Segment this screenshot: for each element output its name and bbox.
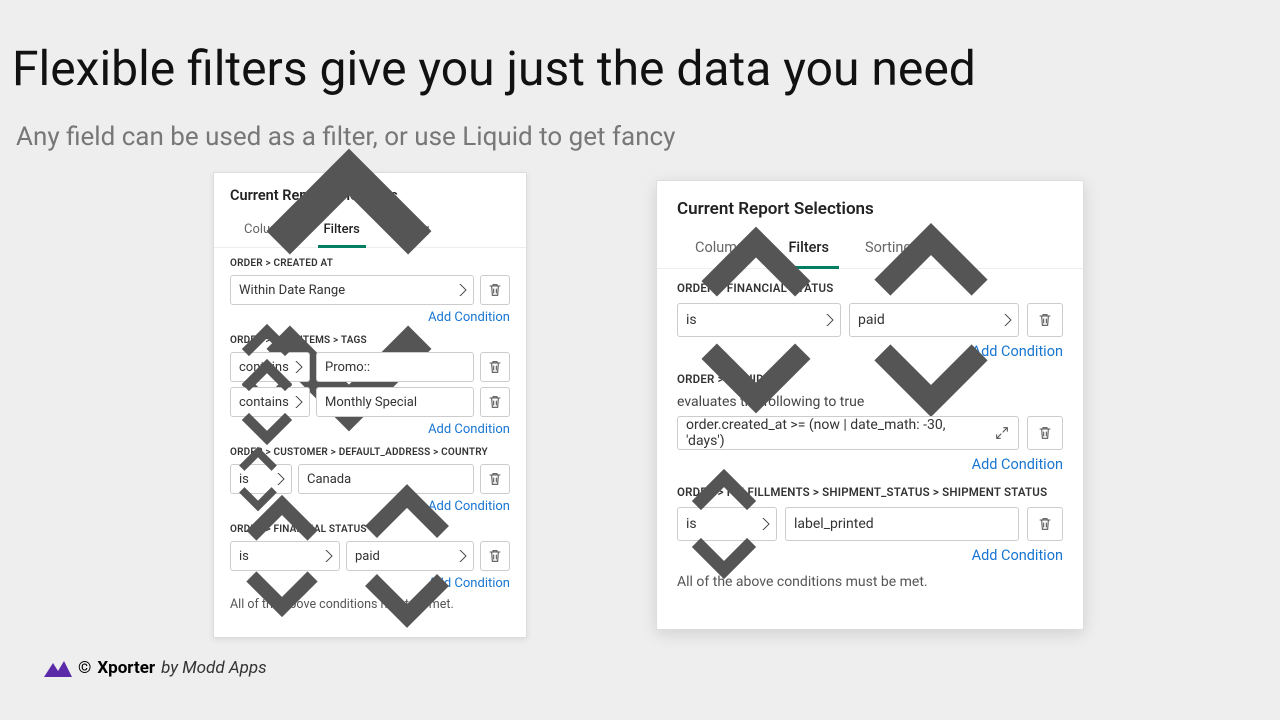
input-value: label_printed	[794, 516, 874, 532]
operator-select[interactable]: contains	[230, 352, 310, 382]
trash-icon	[487, 394, 503, 410]
operator-select[interactable]: contains	[230, 387, 310, 417]
filter-row: order.created_at >= (now | date_math: -3…	[677, 416, 1063, 450]
operator-select[interactable]: is	[230, 464, 292, 494]
value-select[interactable]: paid	[849, 303, 1019, 337]
input-value: Monthly Special	[325, 395, 417, 410]
trash-icon	[487, 548, 503, 564]
group-label-financial: ORDER > FINANCIAL STATUS	[677, 281, 1063, 295]
trash-icon	[1037, 516, 1053, 532]
value-input[interactable]: Canada	[298, 464, 474, 494]
add-condition-link[interactable]: Add Condition	[230, 499, 510, 514]
xporter-logo-icon	[44, 659, 72, 677]
delete-button[interactable]	[1027, 416, 1063, 450]
select-value: is	[686, 312, 697, 328]
tab-filters[interactable]: Filters	[310, 216, 374, 247]
group-label-liquid: ORDER > LIQUID	[677, 372, 1063, 386]
byline: by Modd Apps	[161, 658, 267, 678]
select-value: is	[686, 516, 697, 532]
select-value: is	[239, 549, 249, 564]
filter-row: is paid	[677, 303, 1063, 337]
select-value: paid	[355, 549, 380, 564]
select-value: is	[239, 472, 249, 487]
value-input[interactable]: Promo::	[316, 352, 474, 382]
tabs: Columns Filters Sorting	[657, 233, 1083, 269]
group-label-country: ORDER > CUSTOMER > DEFAULT_ADDRESS > COU…	[230, 447, 510, 458]
select-value: paid	[858, 312, 885, 328]
conditions-note: All of the above conditions must be met.	[230, 597, 510, 612]
trash-icon	[487, 471, 503, 487]
liquid-expression-input[interactable]: order.created_at >= (now | date_math: -3…	[677, 416, 1019, 450]
add-condition-link[interactable]: Add Condition	[677, 343, 1063, 360]
filter-row: contains Promo::	[230, 352, 510, 382]
card-title: Current Report Selections	[230, 187, 510, 204]
add-condition-link[interactable]: Add Condition	[230, 576, 510, 591]
group-label-created-at: ORDER > CREATED AT	[230, 258, 510, 269]
tab-sorting[interactable]: Sorting	[374, 216, 444, 247]
delete-button[interactable]	[480, 464, 510, 494]
conditions-note: All of the above conditions must be met.	[677, 574, 1063, 590]
page-footer: © Xporter by Modd Apps	[44, 658, 267, 678]
select-value: contains	[239, 360, 289, 375]
delete-button[interactable]	[1027, 507, 1063, 541]
value-select[interactable]: paid	[346, 541, 474, 571]
select-value: Within Date Range	[239, 283, 345, 298]
input-value: Canada	[307, 472, 351, 487]
trash-icon	[487, 282, 503, 298]
page-headline: Flexible filters give you just the data …	[12, 40, 976, 97]
group-label-shipment: ORDER > FULFILLMENTS > SHIPMENT_STATUS >…	[677, 485, 1063, 499]
filter-row: is label_printed	[677, 507, 1063, 541]
trash-icon	[1037, 312, 1053, 328]
tab-columns[interactable]: Columns	[230, 216, 310, 247]
filter-row: Within Date Range	[230, 275, 510, 305]
date-range-select[interactable]: Within Date Range	[230, 275, 474, 305]
filters-card-left: Current Report Selections Columns Filter…	[213, 172, 527, 638]
delete-button[interactable]	[480, 387, 510, 417]
add-condition-link[interactable]: Add Condition	[230, 310, 510, 325]
input-value: Promo::	[325, 360, 370, 375]
trash-icon	[1037, 425, 1053, 441]
value-input[interactable]: Monthly Special	[316, 387, 474, 417]
delete-button[interactable]	[480, 352, 510, 382]
tab-columns[interactable]: Columns	[677, 233, 770, 268]
card-title: Current Report Selections	[677, 199, 1063, 219]
operator-select[interactable]: is	[677, 507, 777, 541]
filter-row: contains Monthly Special	[230, 387, 510, 417]
copyright-symbol: ©	[78, 658, 91, 678]
tab-filters[interactable]: Filters	[770, 233, 847, 268]
add-condition-link[interactable]: Add Condition	[677, 547, 1063, 564]
filter-row: is Canada	[230, 464, 510, 494]
filter-row: is paid	[230, 541, 510, 571]
value-input[interactable]: label_printed	[785, 507, 1019, 541]
delete-button[interactable]	[480, 275, 510, 305]
operator-select[interactable]: is	[677, 303, 841, 337]
delete-button[interactable]	[480, 541, 510, 571]
brand-name: Xporter	[97, 658, 155, 678]
trash-icon	[487, 359, 503, 375]
group-label-tags: ORDER > LINE_ITEMS > TAGS	[230, 335, 510, 346]
tabs: Columns Filters Sorting	[214, 216, 526, 248]
page-subhead: Any field can be used as a filter, or us…	[16, 122, 675, 152]
add-condition-link[interactable]: Add Condition	[677, 456, 1063, 473]
filters-card-right: Current Report Selections Columns Filter…	[656, 180, 1084, 630]
expand-icon[interactable]	[994, 425, 1010, 441]
select-value: contains	[239, 395, 289, 410]
group-label-financial: ORDER > FINANCIAL STATUS	[230, 524, 510, 535]
operator-select[interactable]: is	[230, 541, 340, 571]
tab-sorting[interactable]: Sorting	[847, 233, 930, 268]
liquid-helper: evaluates the following to true	[677, 394, 1063, 410]
delete-button[interactable]	[1027, 303, 1063, 337]
add-condition-link[interactable]: Add Condition	[230, 422, 510, 437]
input-value: order.created_at >= (now | date_math: -3…	[686, 417, 984, 449]
